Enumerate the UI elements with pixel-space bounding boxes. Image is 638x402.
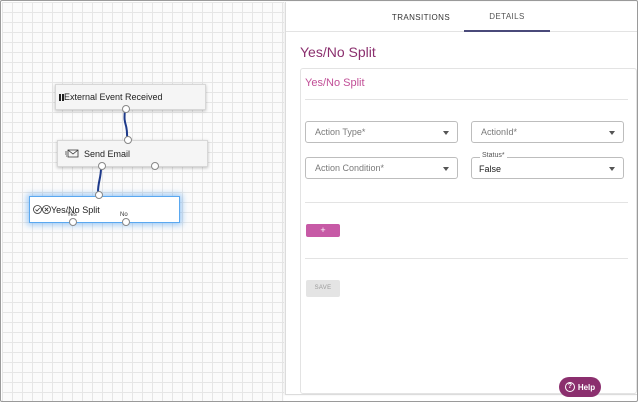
workflow-canvas[interactable]: External Event Received Send Email Yes/N…	[2, 2, 284, 401]
action-type-placeholder: Action Type*	[315, 127, 366, 137]
add-button[interactable]: +	[306, 224, 340, 237]
divider	[305, 258, 628, 259]
save-button[interactable]: SAVE	[306, 280, 340, 297]
chevron-down-icon	[443, 167, 449, 171]
envelope-send-icon	[65, 149, 79, 158]
app-window: External Event Received Send Email Yes/N…	[0, 0, 638, 402]
chevron-down-icon	[609, 167, 615, 171]
node-yes-no-split[interactable]: Yes/No Split Yes No	[29, 191, 180, 226]
action-type-select[interactable]: Action Type*	[305, 121, 458, 143]
tab-bar: TRANSITIONS DETAILS	[286, 2, 637, 32]
details-card: Yes/No Split Action Type* ActionId* Acti…	[300, 68, 637, 394]
status-select[interactable]: Status* False	[471, 152, 624, 179]
node-output-port[interactable]	[151, 162, 159, 170]
tab-transitions[interactable]: TRANSITIONS	[381, 2, 461, 32]
divider	[305, 99, 628, 100]
status-value: False	[479, 164, 502, 174]
node-external-event[interactable]: External Event Received	[55, 84, 206, 113]
divider	[305, 202, 628, 203]
node-output-port[interactable]	[98, 162, 106, 170]
question-icon: ?	[564, 382, 575, 392]
check-x-icon	[33, 205, 51, 214]
action-id-placeholder: ActionId*	[481, 127, 518, 137]
chevron-down-icon	[609, 131, 615, 135]
connector-line	[97, 167, 102, 193]
node-label: External Event Received	[64, 92, 163, 102]
action-condition-select[interactable]: Action Condition*	[305, 157, 458, 179]
node-send-email[interactable]: Send Email	[57, 136, 208, 170]
tab-details[interactable]: DETAILS	[464, 2, 550, 32]
connector-line	[123, 109, 129, 140]
help-button[interactable]: ? Help	[559, 377, 601, 397]
node-output-port-no[interactable]	[122, 218, 130, 226]
page-title: Yes/No Split	[300, 44, 376, 60]
action-id-select[interactable]: ActionId*	[471, 121, 624, 143]
node-output-port[interactable]	[122, 105, 130, 113]
card-title: Yes/No Split	[305, 77, 365, 89]
help-label: Help	[577, 382, 596, 392]
properties-panel: TRANSITIONS DETAILS Yes/No Split Yes/No …	[285, 2, 637, 395]
node-output-port-yes[interactable]	[69, 218, 77, 226]
node-input-port[interactable]	[95, 191, 103, 199]
chevron-down-icon	[443, 131, 449, 135]
status-label: Status*	[480, 152, 507, 159]
node-label: Send Email	[84, 148, 131, 159]
action-condition-placeholder: Action Condition*	[315, 163, 385, 173]
node-input-port[interactable]	[124, 136, 132, 144]
